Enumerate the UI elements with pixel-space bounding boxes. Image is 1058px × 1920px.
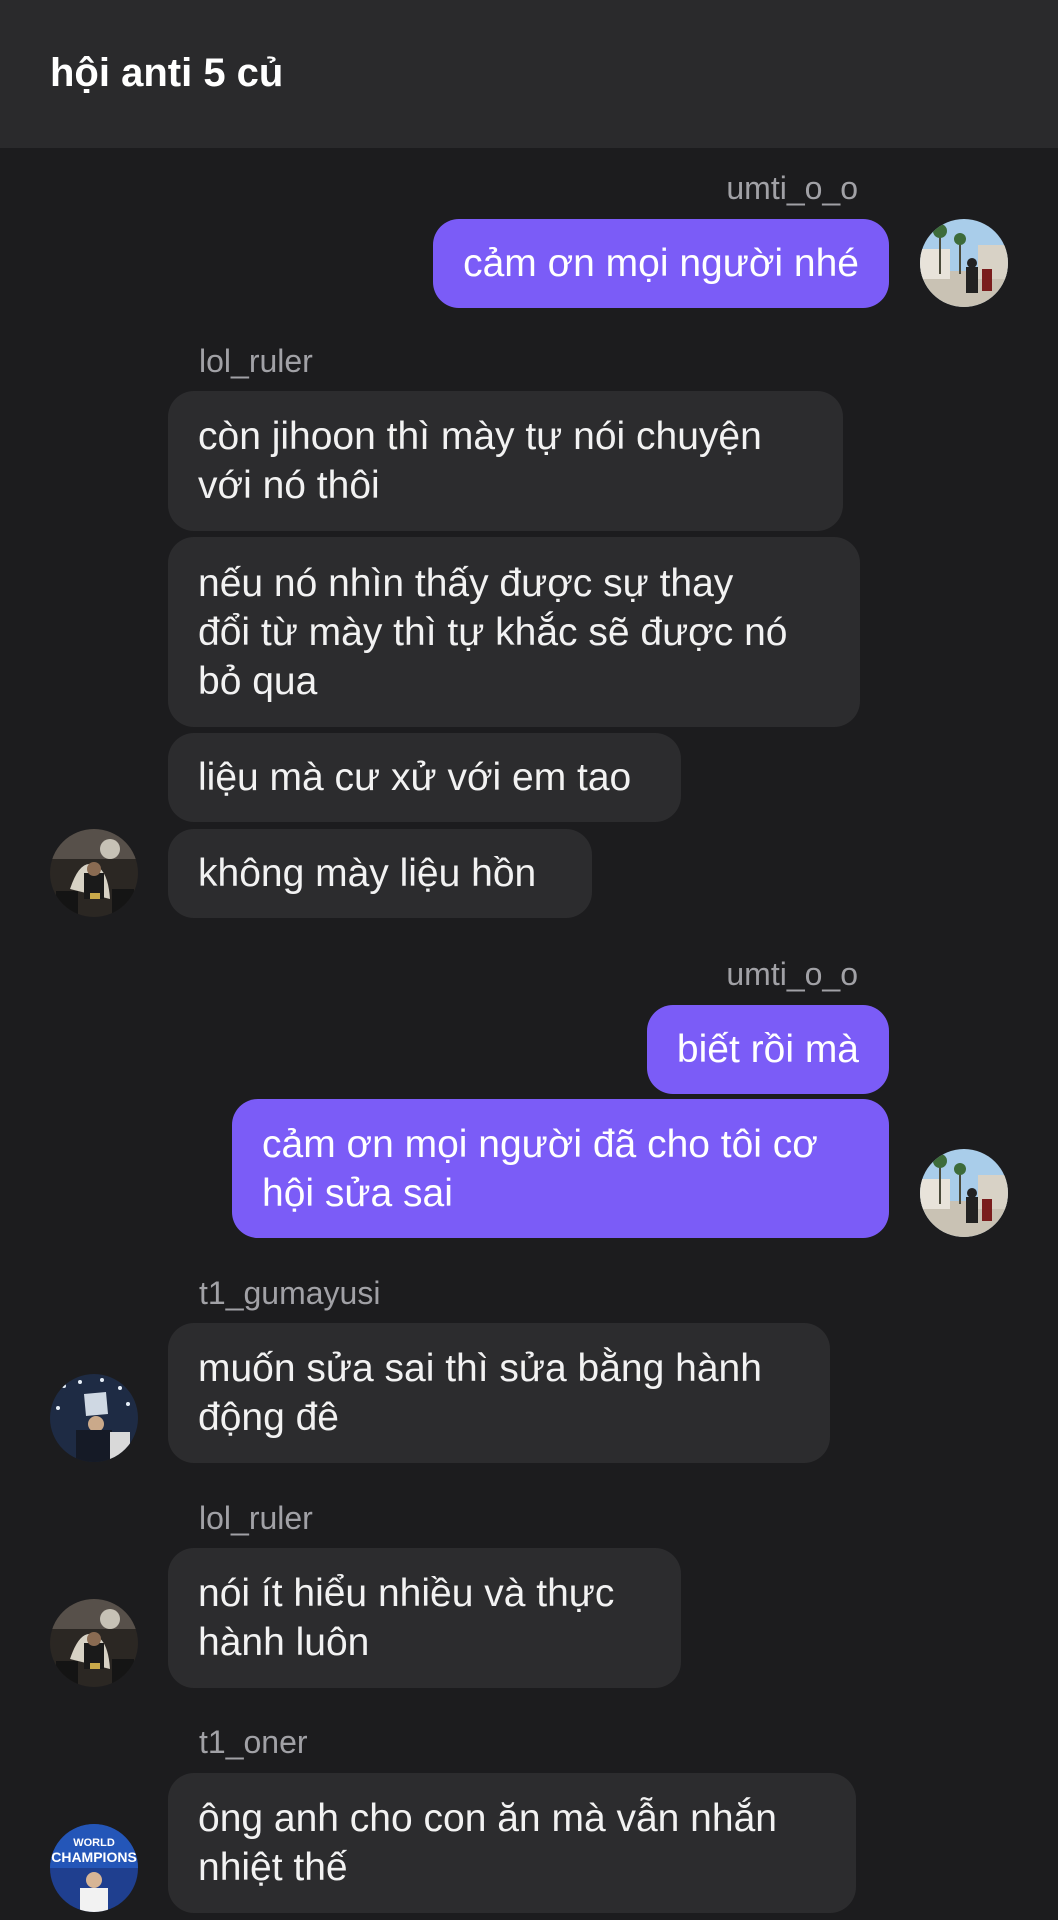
svg-text:WORLD: WORLD [73,1837,115,1849]
sender-name: t1_oner [199,1724,308,1760]
profile-photo-street-icon [920,1149,1008,1237]
user-avatar[interactable] [50,1599,138,1687]
sender-name: umti_o_o [726,956,858,992]
incoming-message[interactable]: còn jihoon thì mày tự nói chuyện với nó … [168,391,843,531]
sender-name: t1_gumayusi [199,1275,381,1311]
user-avatar[interactable]: WORLD CHAMPIONS [50,1824,138,1912]
svg-text:CHAMPIONS: CHAMPIONS [51,1849,137,1865]
outgoing-message[interactable]: cảm ơn mọi người đã cho tôi cơ hội sửa s… [232,1099,889,1238]
user-avatar[interactable] [50,1374,138,1462]
sender-name: umti_o_o [726,170,858,206]
incoming-message[interactable]: liệu mà cư xử với em tao [168,733,681,822]
sender-name: lol_ruler [199,1500,313,1536]
incoming-message[interactable]: không mày liệu hồn [168,829,592,918]
incoming-message[interactable]: nói ít hiểu nhiều và thực hành luôn [168,1548,681,1688]
profile-photo-confetti-icon [50,1374,138,1462]
chat-header: hội anti 5 củ [0,0,1058,148]
user-avatar[interactable] [920,219,1008,307]
user-avatar[interactable] [920,1149,1008,1237]
profile-photo-trophy-icon [50,829,138,917]
chat-title[interactable]: hội anti 5 củ [50,51,283,96]
incoming-message[interactable]: muốn sửa sai thì sửa bằng hành động đê [168,1323,830,1463]
profile-photo-world-champions-icon: WORLD CHAMPIONS [50,1824,138,1912]
incoming-message[interactable]: ông anh cho con ăn mà vẫn nhắn nhiệt thế [168,1773,856,1913]
profile-photo-street-icon [920,219,1008,307]
outgoing-message[interactable]: cảm ơn mọi người nhé [433,219,889,308]
outgoing-message[interactable]: biết rồi mà [646,1005,889,1094]
incoming-message[interactable]: nếu nó nhìn thấy được sự thay đổi từ mày… [168,537,860,727]
profile-photo-trophy-icon [50,1599,138,1687]
sender-name: lol_ruler [199,343,313,379]
user-avatar[interactable] [50,829,138,917]
